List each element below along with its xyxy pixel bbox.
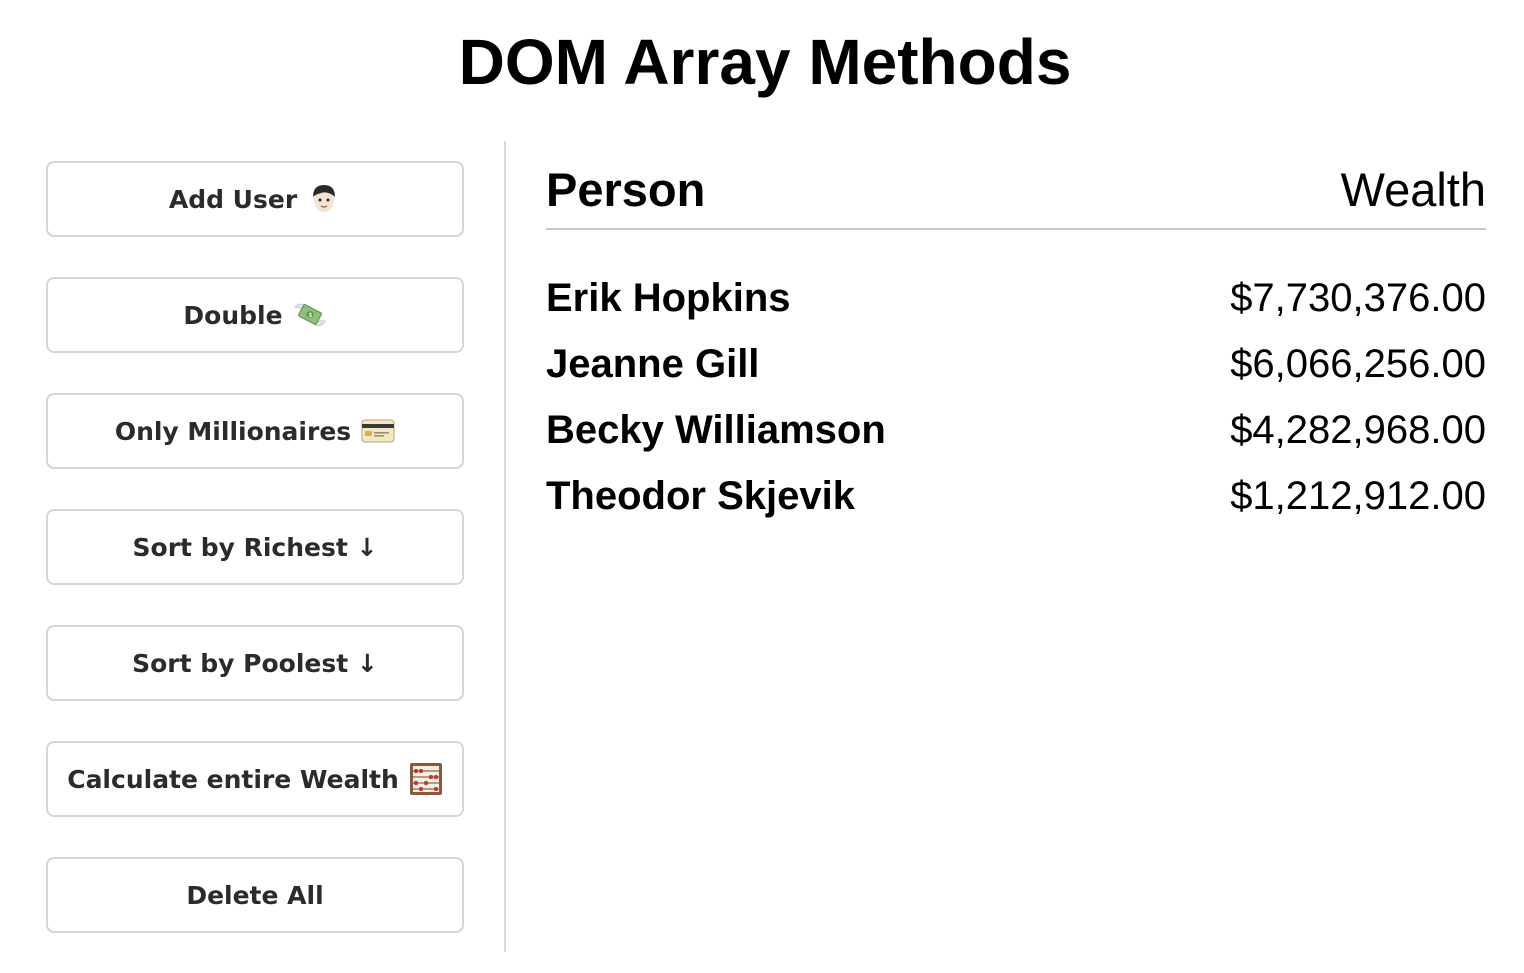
- person-column-header: Person: [546, 162, 706, 216]
- person-name: Becky Williamson: [546, 407, 886, 452]
- wealth-table: Person Wealth Erik Hopkins $7,730,376.00…: [546, 150, 1486, 529]
- sort-by-richest-button[interactable]: Sort by Richest ↓: [46, 509, 464, 585]
- table-header: Person Wealth: [546, 150, 1486, 230]
- credit-card-emoji-icon: [361, 414, 395, 448]
- add-user-button-label: Add User: [168, 184, 298, 214]
- calculate-entire-wealth-button[interactable]: Calculate entire Wealth: [46, 741, 464, 817]
- person-wealth: $7,730,376.00: [1230, 275, 1486, 320]
- person-wealth: $4,282,968.00: [1230, 407, 1486, 452]
- table-row: Theodor Skjevik $1,212,912.00: [546, 463, 1486, 529]
- double-button[interactable]: Double $: [46, 277, 464, 353]
- table-body: Erik Hopkins $7,730,376.00 Jeanne Gill $…: [546, 265, 1486, 529]
- vertical-divider: [504, 141, 506, 952]
- delete-all-button[interactable]: Delete All: [46, 857, 464, 933]
- only-millionaires-button[interactable]: Only Millionaires: [46, 393, 464, 469]
- delete-all-button-label: Delete All: [186, 880, 324, 910]
- table-row: Becky Williamson $4,282,968.00: [546, 397, 1486, 463]
- person-name: Jeanne Gill: [546, 341, 760, 386]
- sort-by-richest-button-label: Sort by Richest ↓: [132, 532, 378, 562]
- person-wealth: $6,066,256.00: [1230, 341, 1486, 386]
- sort-by-poolest-button[interactable]: Sort by Poolest ↓: [46, 625, 464, 701]
- person-name: Erik Hopkins: [546, 275, 791, 320]
- double-button-label: Double: [183, 300, 283, 330]
- only-millionaires-button-label: Only Millionaires: [114, 416, 352, 446]
- person-wealth: $1,212,912.00: [1230, 473, 1486, 518]
- sort-by-poolest-button-label: Sort by Poolest ↓: [132, 648, 378, 678]
- table-row: Jeanne Gill $6,066,256.00: [546, 331, 1486, 397]
- calculate-entire-wealth-button-label: Calculate entire Wealth: [67, 764, 399, 794]
- table-row: Erik Hopkins $7,730,376.00: [546, 265, 1486, 331]
- money-wings-emoji-icon: $: [293, 298, 327, 332]
- svg-text:$: $: [308, 312, 312, 319]
- person-emoji-icon: [307, 182, 341, 216]
- abacus-emoji-icon: [409, 762, 443, 796]
- page-title: DOM Array Methods: [458, 26, 1072, 98]
- add-user-button[interactable]: Add User: [46, 161, 464, 237]
- person-name: Theodor Skjevik: [546, 473, 855, 518]
- sidebar: Add User Double $ Only Millionaires Sort…: [46, 161, 464, 973]
- wealth-column-header: Wealth: [1340, 162, 1486, 216]
